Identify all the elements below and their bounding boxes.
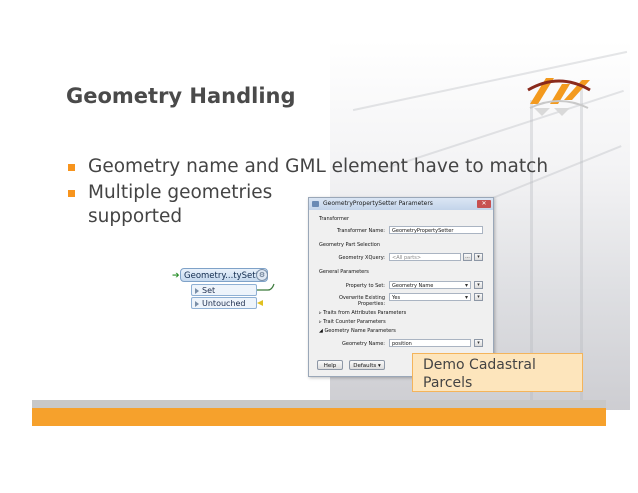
help-button[interactable]: Help: [317, 360, 343, 370]
transformer-name-label: Transformer Name:: [336, 228, 385, 234]
xquery-label: Geometry XQuery:: [338, 255, 385, 261]
output-port-untouched[interactable]: Untouched: [191, 297, 257, 309]
section-part-selection: Geometry Part Selection: [319, 242, 381, 248]
group-geometry-name[interactable]: ◢ Geometry Name Parameters: [319, 328, 396, 334]
defaults-button[interactable]: Defaults ▾: [349, 360, 385, 370]
close-icon[interactable]: ✕: [477, 200, 491, 208]
footer-band-orange: [32, 408, 606, 426]
port-triangle-icon: [195, 288, 199, 294]
bullet-square-icon: [68, 164, 75, 171]
output-port-set[interactable]: Set: [191, 284, 257, 296]
overwrite-label: Overwrite Existing Properties:: [339, 295, 385, 307]
section-transformer: Transformer: [319, 216, 350, 222]
slide-title: Geometry Handling: [66, 84, 296, 108]
transformer-node[interactable]: ➔ Geometry...tySetter ⚙ Set Untouched: [172, 268, 282, 314]
transformer-name-input[interactable]: GeometryPropertySetter: [389, 226, 483, 234]
overwrite-menu-button[interactable]: ▾: [474, 293, 483, 301]
property-to-set-label: Property to Set:: [345, 283, 385, 289]
footer-band-gray: [32, 400, 606, 408]
browse-button[interactable]: ...: [463, 253, 472, 261]
bullet-item: Geometry name and GML element have to ma…: [66, 155, 548, 179]
property-menu-button[interactable]: ▾: [474, 281, 483, 289]
bullet-item: Multiple geometries supported: [66, 181, 328, 229]
property-to-set-select[interactable]: Geometry Name: [389, 281, 471, 290]
group-traits-from-attributes[interactable]: ▹ Traits from Attributes Parameters: [319, 310, 406, 316]
dialog-titlebar[interactable]: GeometryPropertySetter Parameters ✕: [309, 198, 493, 210]
fme-logo: [527, 78, 591, 116]
dialog-app-icon: [312, 201, 319, 207]
geometry-name-input[interactable]: position: [389, 339, 471, 347]
section-general: General Parameters: [319, 269, 369, 275]
overwrite-select[interactable]: Yes: [389, 293, 471, 302]
geometry-name-label: Geometry Name:: [342, 341, 385, 347]
input-port-arrow-icon[interactable]: ➔: [172, 271, 180, 281]
xquery-menu-button[interactable]: ▾: [474, 253, 483, 261]
transformer-gear-icon[interactable]: ⚙: [256, 269, 268, 281]
geometry-name-menu-button[interactable]: ▾: [474, 339, 483, 347]
port-triangle-icon: [195, 301, 199, 307]
parameters-dialog: GeometryPropertySetter Parameters ✕ Tran…: [308, 197, 494, 377]
connection-lines: [257, 283, 275, 306]
demo-callout: Demo Cadastral Parcels: [412, 353, 583, 392]
bullet-square-icon: [68, 190, 75, 197]
transformer-header[interactable]: Geometry...tySetter: [180, 268, 268, 282]
xquery-input[interactable]: <All parts>: [389, 253, 461, 261]
group-trait-counter[interactable]: ▹ Trait Counter Parameters: [319, 319, 386, 325]
